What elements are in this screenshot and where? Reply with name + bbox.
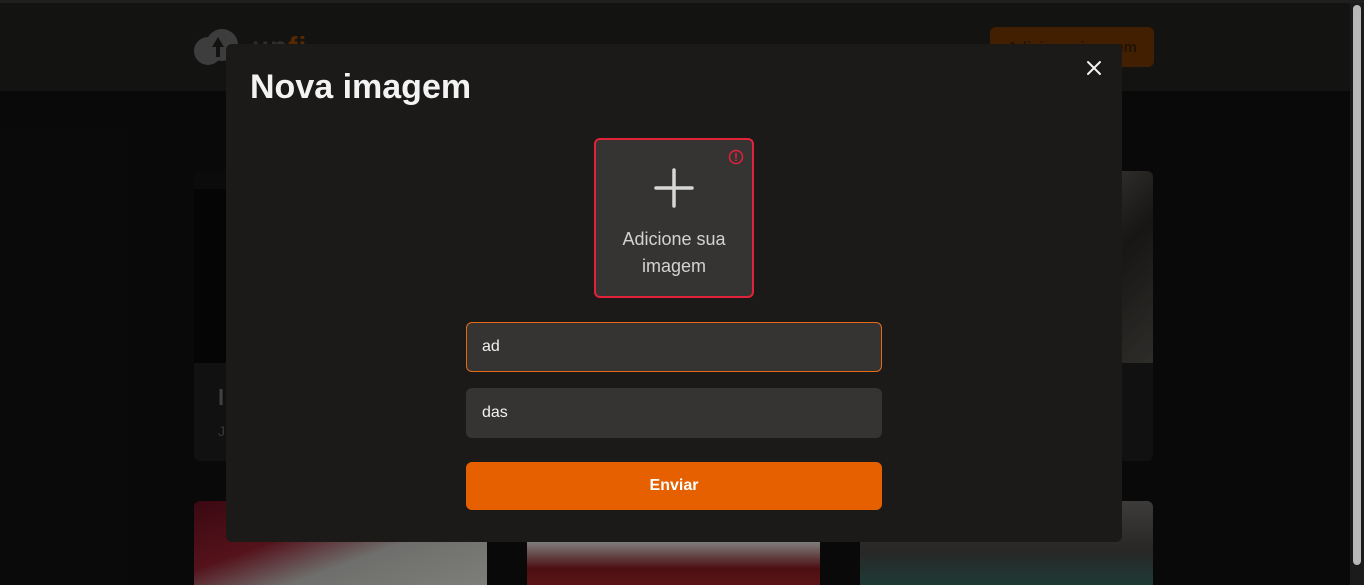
close-icon (1087, 61, 1101, 75)
close-button[interactable] (1082, 56, 1106, 80)
submit-button[interactable]: Enviar (466, 462, 882, 510)
scrollbar-thumb[interactable] (1353, 5, 1361, 565)
modal-title: Nova imagem (250, 68, 472, 106)
image-upload-dropzone[interactable]: Adicione sua imagem (594, 138, 754, 298)
scrollbar[interactable] (1350, 3, 1364, 585)
upload-label: Adicione sua imagem (622, 229, 726, 276)
warning-icon (728, 149, 744, 165)
description-input[interactable] (466, 388, 882, 438)
plus-icon (654, 168, 694, 208)
page: upfi Adicionar imagem l J Nova imagem (0, 0, 1364, 585)
title-input[interactable] (466, 322, 882, 372)
new-image-modal: Nova imagem Adicione sua imagem Enviar (226, 44, 1122, 542)
